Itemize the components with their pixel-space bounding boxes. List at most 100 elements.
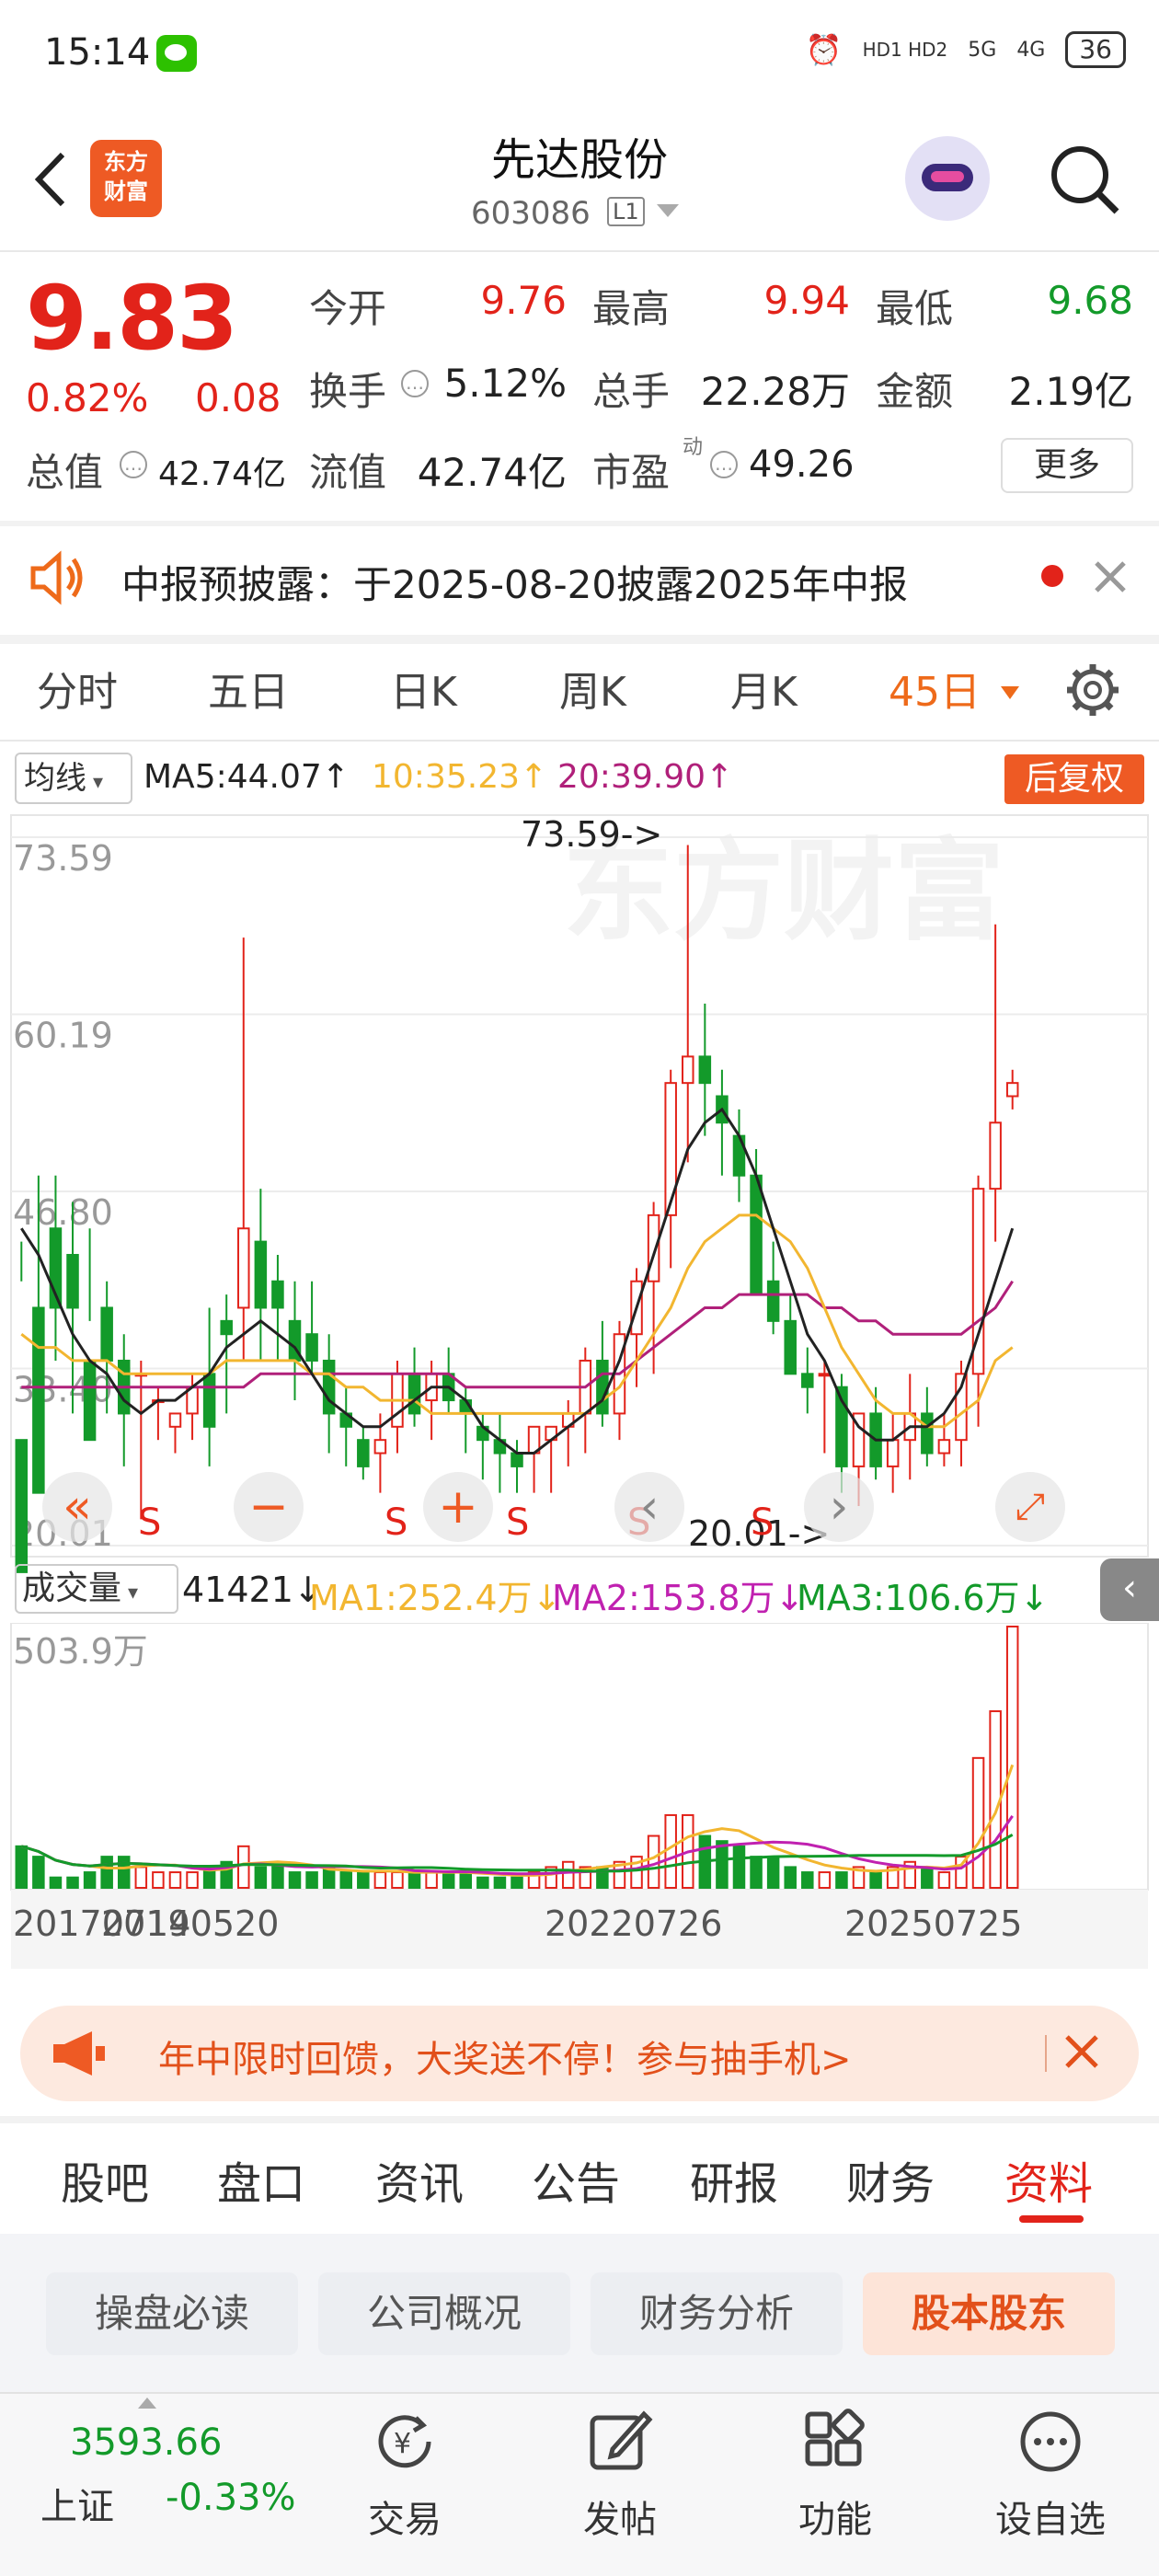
volume-bar	[407, 1871, 421, 1889]
gear-icon[interactable]	[1063, 661, 1122, 719]
volume-bar	[100, 1856, 113, 1889]
info-icon[interactable]: …	[710, 451, 738, 478]
close-icon[interactable]	[1087, 554, 1133, 600]
side-panel-handle[interactable]: ‹	[1100, 1558, 1159, 1621]
nav-post[interactable]: 发帖	[546, 2405, 694, 2543]
subtab-must-read[interactable]: 操盘必读	[46, 2272, 298, 2355]
nav-functions[interactable]: 功能	[762, 2405, 909, 2543]
y-tick-label: 73.59	[13, 838, 113, 879]
chevron-up-icon[interactable]	[138, 2398, 156, 2409]
tab-five-day[interactable]: 五日	[208, 659, 289, 718]
candle-body	[373, 1439, 387, 1455]
zoom-out-icon[interactable]: −	[234, 1472, 304, 1542]
volume-bar	[511, 1876, 523, 1890]
chevron-down-icon[interactable]	[1001, 686, 1019, 699]
index-value[interactable]: 3593.66	[70, 2421, 222, 2464]
alarm-icon: ⏰	[805, 32, 843, 67]
speaker-icon	[30, 550, 83, 605]
pe-value: 49.26	[749, 443, 855, 486]
candle-body	[220, 1319, 233, 1336]
tab-profile[interactable]: 资料	[1004, 2147, 1093, 2212]
amount-label: 金额	[876, 369, 954, 414]
fullscreen-icon[interactable]: ⤢	[995, 1472, 1065, 1542]
candle-body	[237, 1227, 250, 1309]
candle-body	[83, 1359, 97, 1442]
prev-icon[interactable]: ‹	[614, 1472, 684, 1542]
more-button[interactable]: 更多	[1001, 438, 1133, 493]
pe-superscript: 动	[683, 436, 704, 459]
volume-max-label: 503.9万	[13, 1631, 148, 1672]
tab-finance[interactable]: 财务	[846, 2147, 935, 2212]
tab-forum[interactable]: 股吧	[61, 2147, 149, 2212]
high-label: 最高	[592, 286, 671, 331]
amount-value: 2.19亿	[1008, 369, 1133, 414]
search-icon[interactable]	[1045, 140, 1122, 217]
subtab-shareholders[interactable]: 股本股东	[863, 2272, 1115, 2355]
volume-bar	[561, 1860, 575, 1889]
candle-body	[357, 1439, 370, 1467]
candle-body	[750, 1174, 763, 1296]
tab-research[interactable]: 研报	[690, 2147, 778, 2212]
tab-daily-k[interactable]: 日K	[390, 659, 457, 718]
candle-body	[511, 1452, 523, 1467]
level-badge[interactable]: L1	[607, 197, 645, 226]
tab-announcements[interactable]: 公告	[532, 2147, 620, 2212]
volume-bar	[391, 1871, 404, 1889]
ma10-value: 10:35.23↑	[372, 758, 548, 796]
divider	[0, 2116, 1159, 2123]
zoom-in-icon[interactable]: +	[423, 1472, 493, 1542]
tab-orderbook[interactable]: 盘口	[217, 2147, 305, 2212]
volume-bar	[784, 1866, 797, 1889]
subtab-company-overview[interactable]: 公司概况	[318, 2272, 570, 2355]
change-percent: 0.82%	[26, 375, 149, 420]
tab-45-day[interactable]: 45日	[889, 659, 981, 718]
index-name[interactable]: 上证	[40, 2477, 114, 2530]
tab-weekly-k[interactable]: 周K	[559, 659, 626, 718]
index-change[interactable]: -0.33%	[166, 2477, 296, 2519]
nav-trade[interactable]: ¥ 交易	[331, 2405, 478, 2543]
low-label: 最低	[876, 286, 954, 331]
candle-body	[15, 1439, 29, 1573]
volume-select[interactable]: 成交量 ▾	[15, 1564, 178, 1614]
sell-signal-label: S	[751, 1501, 774, 1544]
volume-bar	[971, 1756, 985, 1889]
scroll-left-icon[interactable]: «	[42, 1472, 112, 1542]
candle-body	[989, 1121, 1002, 1190]
float-label: 流值	[309, 450, 387, 495]
high-value: 9.94	[763, 278, 850, 323]
volume-bar	[117, 1856, 131, 1889]
volume-bar	[339, 1871, 352, 1889]
candle-body	[647, 1213, 660, 1282]
volume-value: 22.28万	[700, 369, 850, 414]
volume-bar	[818, 1871, 832, 1889]
turnover-value: 5.12%	[443, 361, 567, 406]
current-price: 9.83	[26, 267, 238, 370]
adjust-button[interactable]: 后复权	[1004, 754, 1144, 804]
tab-intraday[interactable]: 分时	[37, 659, 118, 718]
close-icon[interactable]	[1060, 2030, 1104, 2074]
assistant-robot-icon[interactable]	[905, 136, 990, 221]
grid-icon	[805, 2409, 865, 2467]
promo-text[interactable]: 年中限时回馈，大奖送不停！参与抽手机>	[158, 2030, 852, 2083]
volume-chart[interactable]: 503.9万 2017071420190520 20220726 20250725	[0, 1623, 1159, 1991]
tab-monthly-k[interactable]: 月K	[730, 659, 798, 718]
notice-text[interactable]: 中报预披露：于2025-08-20披露2025年中报	[121, 554, 908, 610]
info-icon[interactable]: …	[401, 370, 429, 397]
volume-bar	[357, 1871, 370, 1889]
next-icon[interactable]: ›	[804, 1472, 874, 1542]
volume-bar	[32, 1856, 45, 1889]
candle-body	[305, 1333, 318, 1362]
tab-news[interactable]: 资讯	[375, 2147, 464, 2212]
volume-bar	[493, 1876, 507, 1890]
nav-add-watchlist[interactable]: 设自选	[977, 2405, 1124, 2543]
ma-select[interactable]: 均线 ▾	[15, 753, 132, 804]
x-tick-label: 20250725	[844, 1903, 1022, 1944]
volume-bar	[750, 1856, 763, 1889]
chevron-down-icon[interactable]	[657, 204, 679, 217]
volume-bar	[732, 1845, 746, 1889]
subtab-financial-analysis[interactable]: 财务分析	[591, 2272, 843, 2355]
y-tick-label: 46.80	[13, 1192, 113, 1233]
candle-body	[66, 1253, 79, 1309]
info-icon[interactable]: …	[120, 451, 147, 478]
nav-add-watchlist-label: 设自选	[995, 2499, 1106, 2541]
